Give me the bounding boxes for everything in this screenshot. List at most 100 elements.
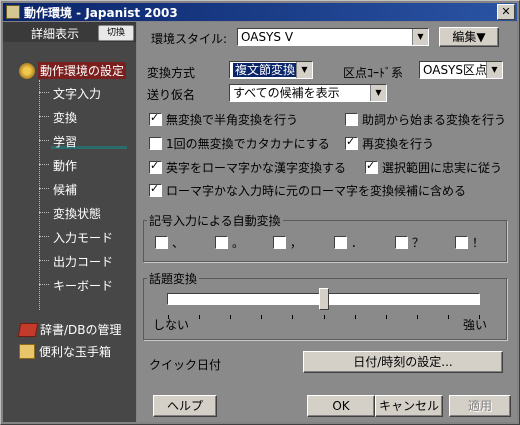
- tree-connector: [39, 188, 49, 189]
- dict-label: 辞書/DBの管理: [40, 323, 122, 337]
- toggle-view-button[interactable]: 切換: [98, 25, 134, 41]
- settings-window: 動作環境 - Japanist 2003 ✕ 詳細表示 切換 動作環境の設定 文…: [0, 0, 520, 425]
- check-label: 再変換を行う: [362, 137, 435, 151]
- sidebar-item-keyboard[interactable]: キーボード: [53, 277, 113, 294]
- check-romaji-english[interactable]: 英字をローマ字かな漢字変換する: [149, 159, 346, 176]
- checkbox[interactable]: [149, 182, 162, 197]
- check-katakana[interactable]: 1回の無変換でカタカナにする: [149, 135, 330, 152]
- checkbox[interactable]: [455, 236, 468, 249]
- sidebar-item-behavior[interactable]: 動作: [53, 157, 77, 174]
- tree-connector: [39, 284, 49, 285]
- checkbox[interactable]: [149, 111, 162, 126]
- check-label: 1回の無変換でカタカナにする: [166, 137, 330, 151]
- symbol-group-title: 記号入力による自動変換: [147, 212, 283, 229]
- check-selection-faithful[interactable]: 選択範囲に忠実に従う: [365, 159, 502, 176]
- tree-connector: [39, 140, 49, 141]
- sidebar: 詳細表示 切換 動作環境の設定 文字入力 変換 学習 動作 候補 変換状態 入力…: [3, 22, 136, 422]
- check-symbol-touten[interactable]: 、: [155, 234, 184, 251]
- slider-max-label: 強い: [463, 318, 488, 332]
- topic-group-title: 話題変換: [147, 270, 200, 287]
- method-select[interactable]: 複文節変換 ▼: [229, 61, 313, 79]
- kuten-select[interactable]: OASYS区点 ▼: [419, 61, 503, 79]
- apply-button[interactable]: 適用: [449, 395, 511, 417]
- check-label: 無変換で半角変換を行う: [166, 113, 299, 127]
- chevron-down-icon: ▼: [486, 62, 502, 78]
- sidebar-item-text-input[interactable]: 文字入力: [53, 85, 101, 102]
- check-label: ？: [412, 236, 425, 250]
- window-title: 動作環境 - Japanist 2003: [24, 5, 178, 20]
- box-icon: [19, 344, 35, 359]
- edit-button[interactable]: 編集▼: [439, 27, 499, 47]
- slider-tick: [261, 315, 263, 319]
- tree-item-toolbox[interactable]: 便利な玉手箱: [19, 343, 111, 360]
- check-symbol-exclaim[interactable]: ！: [455, 234, 484, 251]
- sidebar-item-learning[interactable]: 学習: [53, 133, 77, 150]
- checkbox[interactable]: [345, 113, 358, 126]
- slider-tick: [230, 315, 232, 319]
- tree-root-settings[interactable]: 動作環境の設定: [19, 62, 127, 79]
- cancel-button[interactable]: キャンセル: [375, 395, 443, 417]
- slider-min-label: しない: [153, 318, 190, 332]
- check-symbol-kuten[interactable]: 。: [215, 234, 244, 251]
- detail-view-label: 詳細表示: [31, 27, 80, 41]
- style-value: OASYS V: [241, 30, 294, 44]
- check-label: ．: [351, 236, 364, 250]
- help-button[interactable]: ヘルプ: [153, 395, 217, 417]
- tree-connector: [39, 116, 49, 117]
- sidebar-item-output-code[interactable]: 出力コード: [53, 253, 113, 270]
- check-joshi-start[interactable]: 助詞から始まる変換を行う: [345, 111, 506, 128]
- tree-connector: [39, 212, 49, 213]
- chevron-down-icon: ▼: [412, 29, 428, 45]
- check-label: 選択範囲に忠実に従う: [382, 161, 503, 175]
- sidebar-item-input-mode[interactable]: 入力モード: [53, 229, 113, 246]
- tree-connector: [39, 164, 49, 165]
- book-icon: [17, 322, 39, 337]
- check-label: 。: [232, 236, 245, 250]
- check-symbol-comma[interactable]: ，: [273, 234, 302, 251]
- slider-tick: [385, 315, 387, 319]
- checkbox[interactable]: [155, 236, 168, 249]
- check-reconvert[interactable]: 再変換を行う: [345, 135, 434, 152]
- sidebar-item-candidates[interactable]: 候補: [53, 181, 77, 198]
- checkbox[interactable]: [334, 236, 347, 249]
- slider-tick: [416, 315, 418, 319]
- kuten-label: 区点ｺｰﾄﾞ系: [343, 66, 404, 80]
- style-select[interactable]: OASYS V ▼: [237, 28, 429, 46]
- check-symbol-question[interactable]: ？: [395, 234, 424, 251]
- main-panel: 環境スタイル: OASYS V ▼ 編集▼ 変換方式 複文節変換 ▼ 区点ｺｰﾄ…: [137, 22, 517, 422]
- slider-tick: [199, 315, 201, 319]
- check-label: ，: [290, 236, 303, 250]
- title-bar[interactable]: 動作環境 - Japanist 2003 ✕: [3, 3, 517, 21]
- okuri-value: すべての候補を表示: [233, 86, 340, 100]
- style-label: 環境スタイル:: [151, 32, 228, 46]
- sidebar-header: 詳細表示 切換: [3, 22, 136, 42]
- checkbox[interactable]: [345, 135, 358, 150]
- check-symbol-period[interactable]: ．: [334, 234, 363, 251]
- tree-item-dictionary[interactable]: 辞書/DBの管理: [17, 321, 122, 338]
- close-button[interactable]: ✕: [497, 4, 515, 20]
- check-label: 英字をローマ字かな漢字変換する: [166, 161, 347, 175]
- checkbox[interactable]: [215, 236, 228, 249]
- gear-icon: [19, 62, 35, 79]
- tree-connector: [39, 80, 40, 310]
- slider-tick: [354, 315, 356, 319]
- okuri-select[interactable]: すべての候補を表示 ▼: [229, 84, 387, 102]
- chevron-down-icon: ▼: [370, 85, 386, 101]
- sidebar-item-conversion-state[interactable]: 変換状態: [53, 205, 101, 222]
- check-include-romaji[interactable]: ローマ字かな入力時に元のローマ字を変換候補に含める: [149, 182, 466, 199]
- checkbox[interactable]: [273, 236, 286, 249]
- tree-connector: [39, 236, 49, 237]
- date-time-settings-button[interactable]: 日付/時刻の設定...: [303, 351, 503, 373]
- toolbox-label: 便利な玉手箱: [39, 345, 112, 359]
- sidebar-item-conversion[interactable]: 変換: [53, 109, 77, 126]
- app-icon: [6, 5, 20, 19]
- slider-tick: [447, 315, 449, 319]
- topic-slider-thumb[interactable]: [318, 288, 329, 310]
- check-muhenkan-hankaku[interactable]: 無変換で半角変換を行う: [149, 111, 298, 128]
- tree-connector: [39, 260, 49, 261]
- ok-button[interactable]: OK: [307, 395, 375, 417]
- checkbox[interactable]: [149, 137, 162, 150]
- checkbox[interactable]: [395, 236, 408, 249]
- checkbox[interactable]: [365, 159, 378, 174]
- checkbox[interactable]: [149, 159, 162, 174]
